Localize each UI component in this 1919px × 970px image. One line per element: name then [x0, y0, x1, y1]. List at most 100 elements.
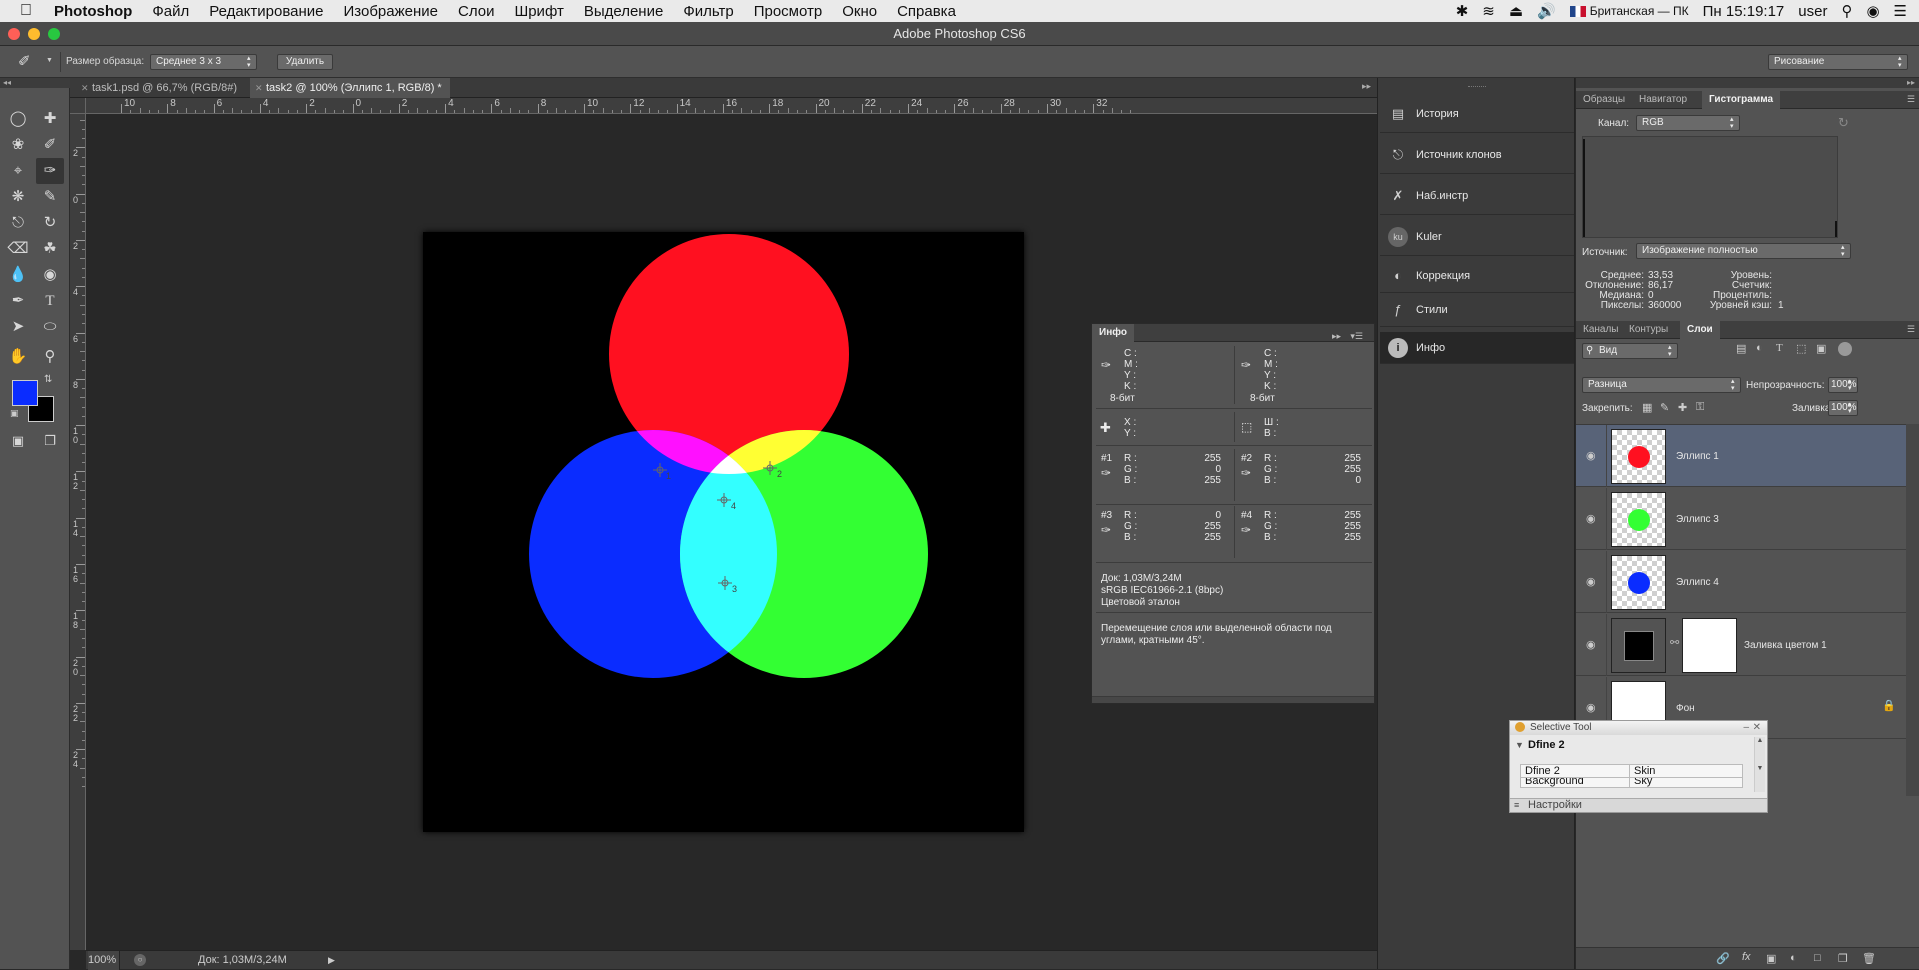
dock-kuler[interactable]: ku Kuler	[1380, 218, 1574, 256]
move-tool-icon[interactable]: ✚	[36, 106, 64, 132]
tab-histogram[interactable]: Гистограмма	[1702, 91, 1781, 109]
visibility-eye-icon[interactable]: ◉	[1586, 512, 1596, 525]
menu-layer[interactable]: Слои	[458, 3, 494, 20]
spotlight-search-icon[interactable]: ⚲	[1841, 2, 1852, 20]
dock-info[interactable]: i Инфо	[1380, 332, 1574, 364]
info-resize-grip[interactable]	[1092, 696, 1374, 703]
tab-channels[interactable]: Каналы	[1576, 321, 1626, 339]
crop-tool-icon[interactable]: ⌖	[4, 158, 32, 184]
paint-bucket-tool-icon[interactable]: ☘	[36, 236, 64, 262]
layer-style-icon[interactable]: fx	[1742, 951, 1751, 963]
source-select[interactable]: Изображение полностью	[1636, 243, 1851, 259]
new-layer-icon[interactable]: ❐	[1838, 952, 1848, 965]
lock-transparent-icon[interactable]: ▦	[1642, 401, 1652, 414]
panel-menu-icon[interactable]: ☰	[1907, 94, 1915, 105]
sample-size-select[interactable]: Среднее 3 x 3	[150, 54, 257, 70]
user-menu[interactable]: user	[1798, 3, 1827, 20]
lasso-tool-icon[interactable]: ❀	[4, 132, 32, 158]
layer-row[interactable]: ◉ ⚯ Заливка цветом 1	[1576, 614, 1906, 676]
eraser-tool-icon[interactable]: ⌫	[4, 236, 32, 262]
type-tool-icon[interactable]: T	[36, 288, 64, 314]
selective-tool-section[interactable]: Dfine 2	[1528, 739, 1565, 751]
dock-collapse-arrow-icon[interactable]: ▸▸	[1362, 81, 1371, 92]
dock-tool-presets[interactable]: ✗ Наб.инстр	[1380, 177, 1574, 215]
delete-samplers-button[interactable]: Удалить	[277, 54, 333, 70]
trash-icon[interactable]: 🗑	[1862, 952, 1876, 965]
menu-window[interactable]: Окно	[842, 3, 877, 20]
foreground-color-swatch[interactable]	[12, 380, 38, 406]
refresh-icon[interactable]: ↻	[1838, 115, 1849, 131]
ellipse-tool-icon[interactable]: ⬭	[36, 314, 64, 340]
minimize-icon[interactable]: –	[1743, 721, 1749, 735]
filter-pixel-icon[interactable]: ▤	[1736, 342, 1746, 355]
tab-paths[interactable]: Контуры	[1622, 321, 1675, 339]
notification-center-icon[interactable]: ☰	[1894, 2, 1907, 20]
tab-navigator[interactable]: Навигатор	[1632, 91, 1694, 109]
pen-tool-icon[interactable]: ✒	[4, 288, 32, 314]
spot-healing-tool-icon[interactable]: ❋	[4, 184, 32, 210]
blur-tool-icon[interactable]: 💧	[4, 262, 32, 288]
dock-styles[interactable]: ƒ Стили	[1380, 293, 1574, 327]
path-selection-tool-icon[interactable]: ➤	[4, 314, 32, 340]
panel-menu-icon[interactable]: ▾☰	[1343, 327, 1370, 345]
visibility-eye-icon[interactable]: ◉	[1586, 701, 1596, 714]
menu-select[interactable]: Выделение	[584, 3, 663, 20]
default-colors-icon[interactable]: ▣	[10, 408, 19, 419]
marquee-tool-icon[interactable]: ◯	[4, 106, 32, 132]
clone-stamp-tool-icon[interactable]: ⎋	[4, 210, 32, 236]
keyboard-flag-icon[interactable]	[1569, 5, 1586, 17]
siri-icon[interactable]: ◉	[1866, 2, 1879, 20]
menu-file[interactable]: Файл	[152, 3, 189, 20]
filter-toggle[interactable]	[1838, 342, 1852, 356]
keyboard-layout[interactable]: Британская — ПК	[1590, 4, 1689, 18]
settings-button[interactable]: ≡ Настройки	[1510, 798, 1767, 812]
swap-colors-icon[interactable]: ⇅	[44, 374, 52, 385]
clock[interactable]: Пн 15:19:17	[1703, 3, 1785, 20]
ruler-origin[interactable]	[70, 98, 86, 114]
vertical-ruler[interactable]: 42024681 01 21 41 61 82 02 22 4	[70, 114, 86, 950]
document-canvas[interactable]: 1 2 4 3	[423, 232, 1024, 832]
quick-mask-icon[interactable]: ▣	[4, 428, 32, 454]
menu-app-name[interactable]: Photoshop	[54, 3, 132, 20]
channel-select[interactable]: RGB	[1636, 115, 1740, 131]
menu-view[interactable]: Просмотр	[754, 3, 823, 20]
selective-tool-scrollbar[interactable]: ▲ ▼	[1754, 737, 1765, 792]
eject-icon[interactable]: ⏏	[1509, 2, 1523, 20]
zoom-window-button[interactable]	[48, 28, 60, 40]
expand-arrow-icon[interactable]: ▼	[1515, 740, 1524, 750]
dock-clone-source[interactable]: ⎋ Источник клонов	[1380, 136, 1574, 174]
status-menu-arrow-icon[interactable]: ▶	[328, 951, 335, 970]
dodge-tool-icon[interactable]: ◉	[36, 262, 64, 288]
eyedropper-tool-icon[interactable]: ✑	[36, 158, 64, 184]
apple-icon[interactable]: 	[20, 2, 38, 20]
selective-tool-titlebar[interactable]: Selective Tool – ✕	[1510, 721, 1767, 735]
panel-menu-icon[interactable]: ☰	[1907, 324, 1915, 335]
close-tab-icon[interactable]: ✕	[81, 78, 89, 98]
menu-edit[interactable]: Редактирование	[209, 3, 323, 20]
chevron-down-icon[interactable]: ▼	[46, 57, 53, 64]
lock-pixels-icon[interactable]: ✎	[1660, 401, 1669, 414]
visibility-eye-icon[interactable]: ◉	[1586, 638, 1596, 651]
horizontal-ruler[interactable]: 10 8 6 4 2 0 2 4 6 8 10 12 14 16 18 20 22 24 26 28 30 32	[86, 98, 1377, 114]
close-tab-icon[interactable]: ✕	[255, 78, 263, 98]
brush-tool-icon[interactable]: ✎	[36, 184, 64, 210]
panels-collapse-arrow-icon[interactable]: ▸▸	[1576, 78, 1919, 88]
tab-layers[interactable]: Слои	[1680, 321, 1720, 339]
layer-row[interactable]: ◉ Эллипс 1	[1576, 425, 1906, 487]
dock-adjustments[interactable]: ◐ Коррекция	[1380, 259, 1574, 293]
layer-filter-select[interactable]: ⚲ Вид	[1582, 343, 1678, 359]
quick-selection-tool-icon[interactable]: ✐	[36, 132, 64, 158]
eyedropper-preset-icon[interactable]: ✐	[18, 52, 31, 70]
zoom-tool-icon[interactable]: ⚲	[36, 344, 64, 370]
menu-type[interactable]: Шрифт	[514, 3, 563, 20]
blend-mode-select[interactable]: Разница	[1582, 377, 1741, 393]
preset-row[interactable]: Background Sky	[1520, 778, 1743, 788]
dock-history[interactable]: ▤ История	[1380, 95, 1574, 133]
menu-filter[interactable]: Фильтр	[683, 3, 733, 20]
menu-image[interactable]: Изображение	[343, 3, 438, 20]
minimize-window-button[interactable]	[28, 28, 40, 40]
visibility-eye-icon[interactable]: ◉	[1586, 449, 1596, 462]
lock-position-icon[interactable]: ✚	[1678, 401, 1687, 414]
bluetooth-icon[interactable]: ✱	[1456, 2, 1469, 20]
workspace-select[interactable]: Рисование	[1768, 54, 1908, 70]
